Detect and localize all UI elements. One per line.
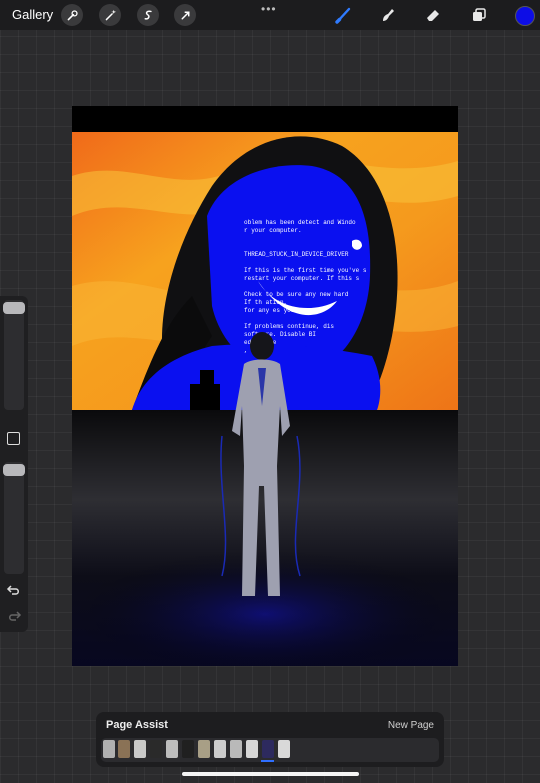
- transform-icon[interactable]: [174, 4, 196, 26]
- svg-text:Check to be sure any new hard: Check to be sure any new hard: [244, 291, 349, 298]
- page-thumbnail[interactable]: [246, 740, 258, 758]
- opacity-slider[interactable]: [3, 462, 25, 574]
- wrench-icon[interactable]: [61, 4, 83, 26]
- brush-size-slider[interactable]: [3, 300, 25, 410]
- page-thumbnail[interactable]: [230, 740, 242, 758]
- page-thumbnail[interactable]: [198, 740, 210, 758]
- smudge-icon[interactable]: [377, 5, 399, 25]
- page-thumbnail[interactable]: [182, 740, 194, 758]
- undo-icon[interactable]: [6, 583, 22, 597]
- modify-button[interactable]: [7, 432, 20, 445]
- artwork: oblem has been detect and Windo r your c…: [72, 106, 458, 666]
- svg-text:r your computer.: r your computer.: [244, 227, 302, 234]
- svg-text:If this is the first time you': If this is the first time you've s: [244, 267, 367, 274]
- page-thumbnail[interactable]: [262, 740, 274, 758]
- svg-text:,: ,: [244, 347, 248, 354]
- page-thumbnail[interactable]: [134, 740, 146, 758]
- drawing-canvas[interactable]: oblem has been detect and Windo r your c…: [72, 106, 458, 666]
- color-swatch[interactable]: [515, 6, 535, 26]
- eraser-icon[interactable]: [422, 5, 444, 25]
- magic-wand-icon[interactable]: [99, 4, 121, 26]
- side-toolbar: [0, 296, 28, 632]
- selected-page-indicator: [261, 760, 274, 762]
- page-thumbnail[interactable]: [118, 740, 130, 758]
- page-thumbnail[interactable]: [278, 740, 290, 758]
- svg-text:If th ation,: If th ation,: [244, 299, 287, 306]
- svg-text:If problems continue, dis: If problems continue, dis: [244, 323, 334, 330]
- more-options-icon[interactable]: •••: [261, 2, 277, 16]
- brush-icon[interactable]: [333, 5, 355, 25]
- selection-icon[interactable]: [137, 4, 159, 26]
- brush-size-thumb[interactable]: [3, 302, 25, 314]
- page-thumbnail[interactable]: [150, 740, 162, 758]
- opacity-thumb[interactable]: [3, 464, 25, 476]
- new-page-button[interactable]: New Page: [388, 720, 434, 731]
- top-toolbar: Gallery •••: [0, 0, 540, 30]
- page-thumbnail[interactable]: [103, 740, 115, 758]
- page-assist-title: Page Assist: [106, 719, 168, 731]
- redo-icon[interactable]: [6, 609, 22, 623]
- svg-text:oblem has been detect and Wind: oblem has been detect and Windo: [244, 219, 356, 226]
- home-indicator[interactable]: [182, 772, 359, 776]
- page-thumbnails: [101, 738, 439, 762]
- page-assist-panel: Page Assist New Page: [96, 712, 444, 767]
- layers-icon[interactable]: [468, 5, 490, 25]
- page-thumbnail[interactable]: [214, 740, 226, 758]
- svg-text:for any es yo: for any es you m: [244, 307, 302, 314]
- page-thumbnail[interactable]: [166, 740, 178, 758]
- svg-text:restart your computer. If this: restart your computer. If this s: [244, 275, 360, 282]
- gallery-button[interactable]: Gallery: [12, 7, 53, 22]
- svg-text:THREAD_STUCK_IN_DEVICE_DRIVER: THREAD_STUCK_IN_DEVICE_DRIVER: [244, 251, 349, 258]
